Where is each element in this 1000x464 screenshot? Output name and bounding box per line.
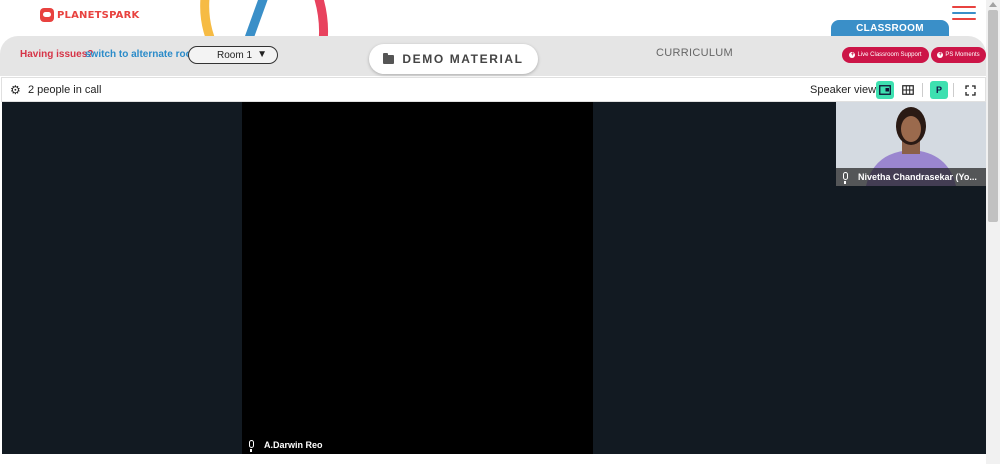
ps-moments-label: PS Moments [945, 52, 980, 58]
microphone-icon [843, 172, 848, 184]
logo-icon [40, 8, 54, 22]
microphone-icon [249, 440, 254, 452]
call-toolbar: ⚙ 2 people in call Speaker view P [1, 77, 986, 102]
toolbar-divider [922, 83, 923, 97]
curriculum-tab[interactable]: CURRICULUM [656, 47, 733, 59]
hamburger-icon[interactable] [952, 6, 976, 20]
folder-icon [383, 52, 395, 64]
room-select[interactable]: Room 1 ▼ [188, 46, 278, 64]
speaker-view-icon [879, 85, 891, 95]
live-classroom-support-button[interactable]: + Live Classroom Support [842, 47, 929, 63]
hamburger-line-2 [952, 12, 976, 14]
toolbar-divider [953, 83, 954, 97]
issues-label: Having issues? [20, 49, 94, 60]
switch-room-link[interactable]: switch to alternate room [85, 49, 201, 60]
gear-icon[interactable]: ⚙ [10, 84, 21, 96]
live-support-label: Live Classroom Support [857, 52, 922, 58]
people-count: 2 people in call [28, 84, 102, 96]
grid-view-button[interactable] [899, 81, 917, 99]
bottom-strip [0, 454, 986, 464]
presenter-badge[interactable]: P [930, 81, 948, 99]
demo-material-label: DEMO MATERIAL [402, 52, 524, 66]
scrollbar-thumb[interactable] [988, 10, 998, 222]
classroom-page: PLANETSPARK CLASSROOM Having issues? swi… [0, 0, 1000, 464]
chevron-down-icon: ▼ [257, 49, 267, 60]
plus-circle-icon: + [849, 52, 856, 58]
scroll-up-icon[interactable] [989, 2, 997, 7]
ps-moments-button[interactable]: + PS Moments [931, 47, 986, 63]
speaker-view-button[interactable] [876, 81, 894, 99]
room-select-value: Room 1 [217, 50, 253, 61]
hamburger-line-1 [952, 6, 976, 8]
main-speaker-video[interactable] [242, 102, 593, 454]
fullscreen-button[interactable] [961, 81, 979, 99]
main-speaker-name: A.Darwin Reo [264, 440, 323, 450]
plus-circle-icon: + [937, 52, 944, 58]
expand-icon [964, 84, 976, 96]
hamburger-line-3 [952, 18, 976, 20]
planetspark-logo[interactable]: PLANETSPARK [40, 5, 139, 25]
demo-material-button[interactable]: DEMO MATERIAL [369, 44, 538, 74]
logo-text: PLANETSPARK [57, 9, 140, 21]
view-mode-label: Speaker view [810, 84, 877, 96]
classroom-tab[interactable]: CLASSROOM [831, 20, 949, 36]
participant-name: Nivetha Chandrasekar (Yo... [858, 172, 977, 182]
grid-view-icon [902, 85, 914, 95]
